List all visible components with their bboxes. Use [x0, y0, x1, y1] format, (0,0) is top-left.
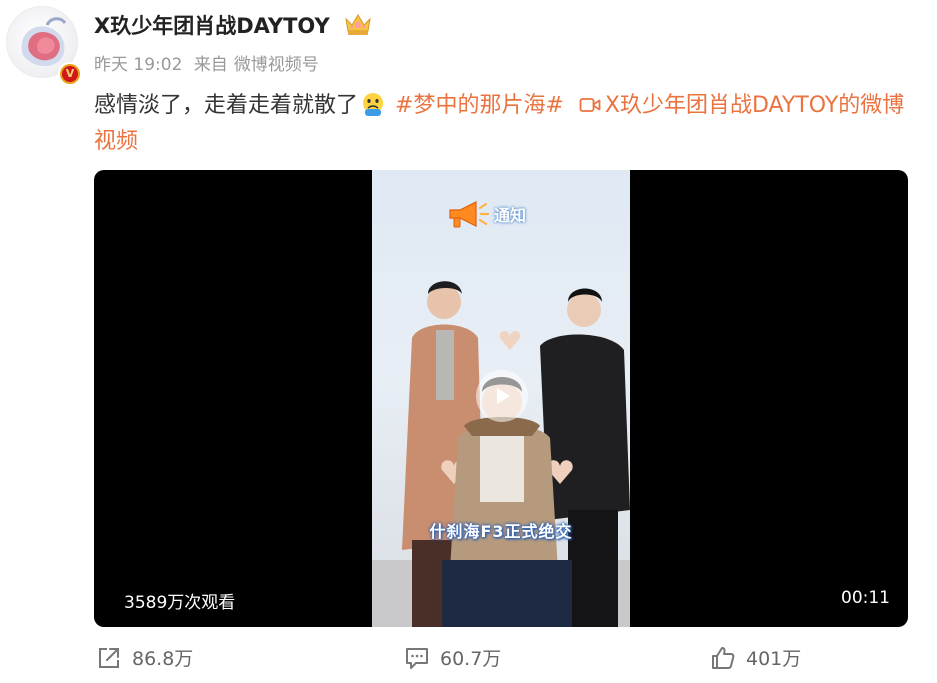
thumbs-up-icon — [712, 646, 735, 669]
notice-text: 通知 — [494, 206, 527, 225]
sad-face-emoji — [363, 93, 384, 116]
post-meta: 昨天 19:02 来自 微博视频号 — [94, 50, 325, 75]
post-time[interactable]: 昨天 19:02 — [94, 55, 182, 75]
megaphone-icon — [449, 201, 490, 228]
like-button[interactable]: 401万 — [710, 644, 801, 671]
comment-icon — [406, 647, 428, 669]
notice-banner: 通知 — [446, 198, 526, 230]
video-caption: 什刹海F3正式绝交 — [429, 522, 573, 541]
comment-count: 60.7万 — [440, 648, 502, 670]
post-source[interactable]: 微博视频号 — [234, 55, 319, 75]
crown-badge-icon — [345, 14, 371, 35]
play-button[interactable] — [476, 370, 528, 422]
username[interactable]: X玖少年团肖战DAYTOY — [94, 10, 330, 40]
action-bar: 86.8万 60.7万 401万 — [0, 640, 937, 676]
user-avatar-container[interactable]: V — [6, 6, 82, 86]
like-count: 401万 — [746, 648, 802, 670]
video-duration: 00:11 — [841, 588, 890, 608]
video-frame: 通知 什刹海F3正式绝交 — [372, 170, 630, 627]
video-player[interactable]: 通知 什刹海F3正式绝交 3589万次观看 00:11 — [94, 170, 908, 627]
hashtag-link[interactable]: #梦中的那片海# — [395, 93, 564, 118]
repost-button[interactable]: 86.8万 — [96, 644, 193, 671]
verified-v-icon: V — [58, 62, 82, 86]
share-icon — [99, 647, 119, 668]
source-prefix: 来自 — [193, 55, 228, 75]
view-count: 3589万次观看 — [124, 593, 236, 613]
post-body-text: 感情淡了，走着走着就散了 — [94, 93, 359, 118]
play-icon — [497, 388, 510, 404]
video-link-icon — [579, 98, 601, 112]
comment-button[interactable]: 60.7万 — [404, 644, 501, 671]
repost-count: 86.8万 — [132, 648, 194, 670]
post-text: 感情淡了，走着走着就散了 #梦中的那片海# X玖少年团肖战DAYTOY的微博视频 — [94, 88, 914, 160]
